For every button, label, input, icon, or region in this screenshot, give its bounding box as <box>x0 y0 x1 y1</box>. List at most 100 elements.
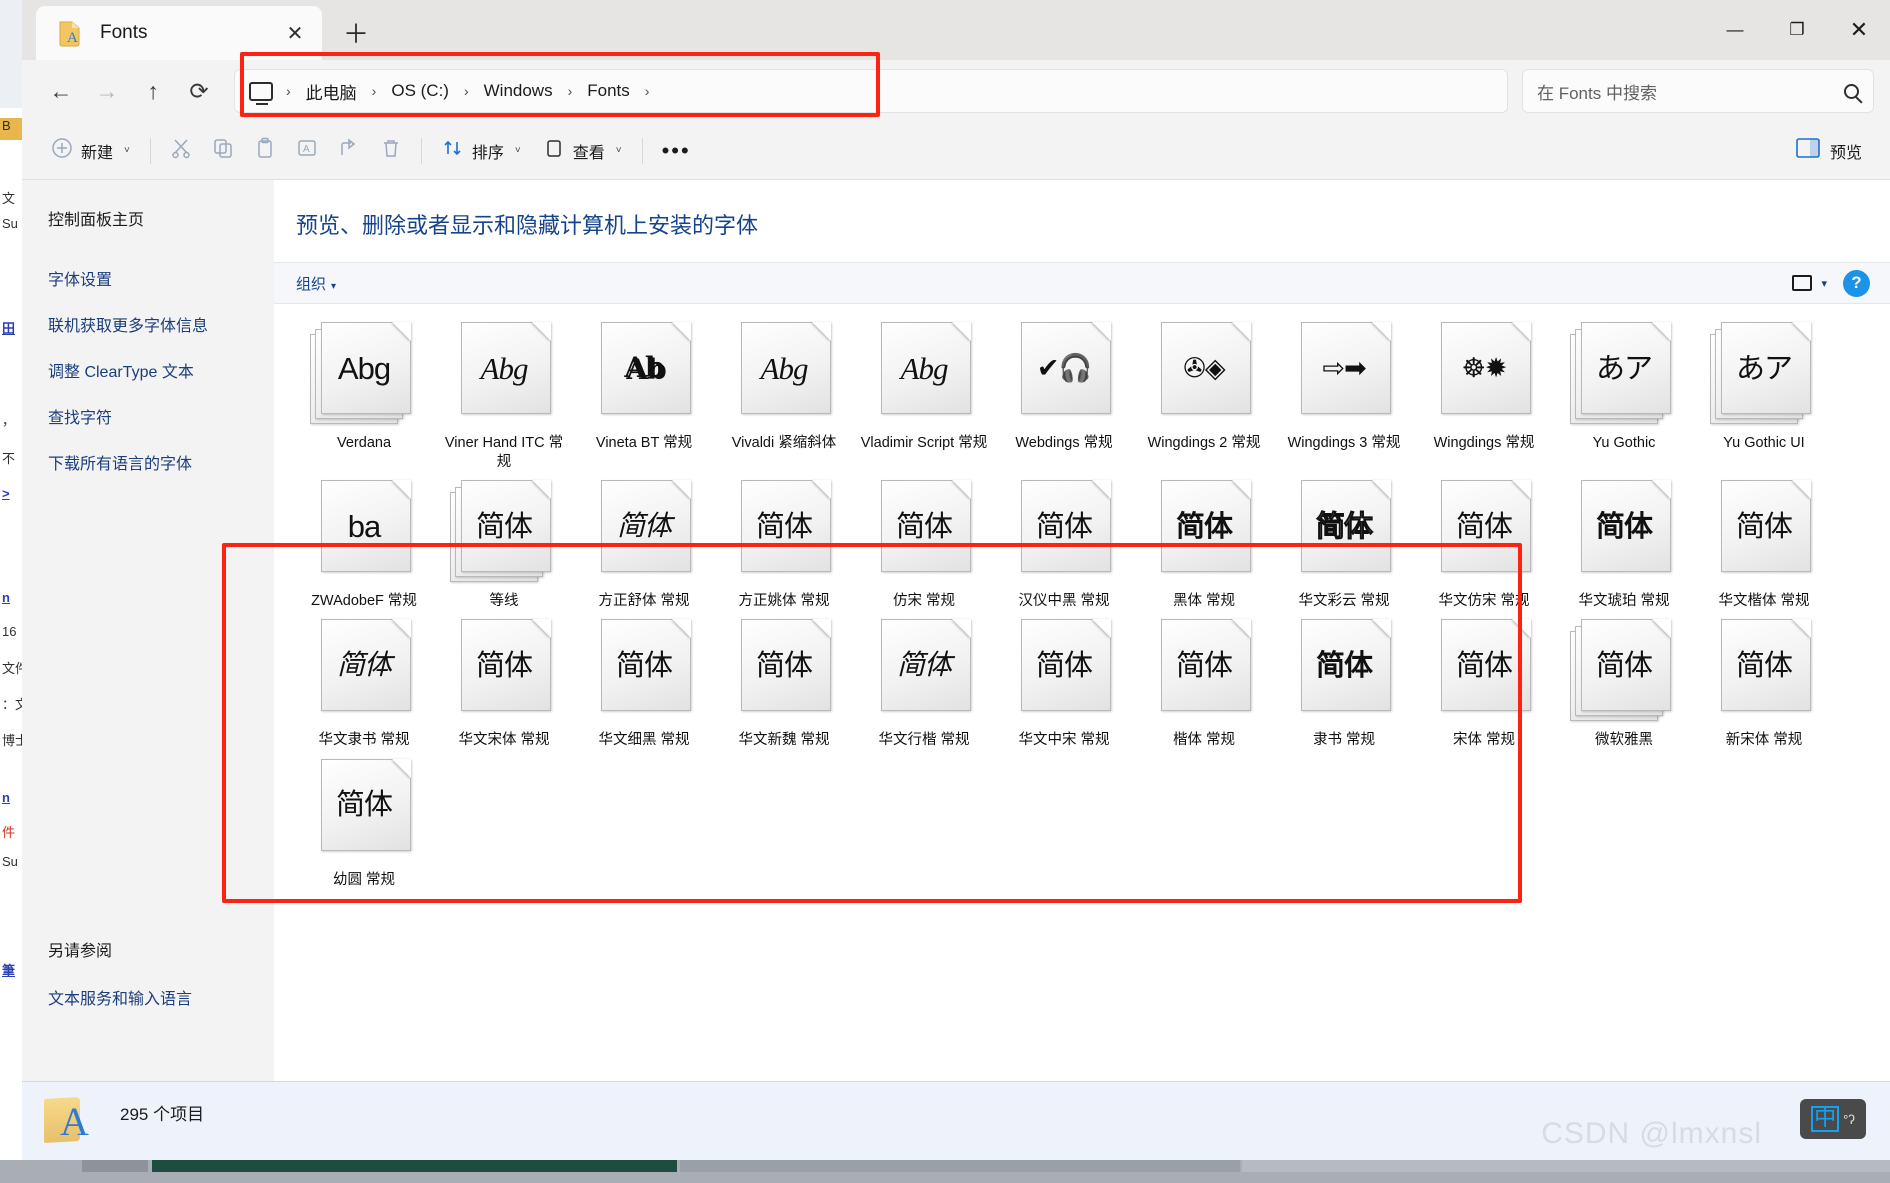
view-layout-button[interactable]: ▾ <box>1792 275 1827 291</box>
font-sample-glyph: 简体 <box>1035 647 1093 682</box>
sidebar-item-download-all-language-fonts[interactable]: 下载所有语言的字体 <box>48 450 274 474</box>
ime-punctuation-icon: °ʔ <box>1843 1111 1855 1127</box>
background-window-text: n <box>2 590 10 605</box>
background-window-text: 件 <box>2 825 16 840</box>
font-tile[interactable]: 简体 华文楷体 常规 <box>1694 480 1834 611</box>
font-name-label: 微软雅黑 <box>1595 732 1653 749</box>
font-name-label: 华文琥珀 常规 <box>1578 593 1670 610</box>
font-sample-glyph: 简体 <box>1455 508 1513 543</box>
font-tile[interactable]: 简体 华文彩云 常规 <box>1274 480 1414 611</box>
copy-button[interactable] <box>202 130 244 172</box>
font-sample-glyph: Abg <box>900 350 949 386</box>
font-tile[interactable]: 简体 楷体 常规 <box>1134 619 1274 750</box>
minimize-icon[interactable]: — <box>1704 0 1766 60</box>
ime-indicator[interactable]: 中 °ʔ <box>1800 1099 1866 1139</box>
sidebar-item-control-panel-home[interactable]: 控制面板主页 <box>48 206 274 230</box>
monitor-icon <box>543 137 565 164</box>
breadcrumb[interactable]: › 此电脑 › OS (C:) › Windows › Fonts › <box>234 69 1508 113</box>
see-also-section: 另请参阅 文本服务和输入语言 <box>48 937 192 1031</box>
font-tile[interactable]: 简体 微软雅黑 <box>1554 619 1694 750</box>
up-button[interactable]: ↑ <box>130 68 176 114</box>
font-name-label: 等线 <box>489 593 519 610</box>
font-tile[interactable]: 简体 隶书 常规 <box>1274 619 1414 750</box>
font-tile[interactable]: ☸✹ Wingdings 常规 <box>1414 322 1554 472</box>
more-options-button[interactable]: ••• <box>652 130 701 172</box>
font-tile[interactable]: あア Yu Gothic <box>1554 322 1694 472</box>
cut-button[interactable] <box>160 130 202 172</box>
sidebar-item-get-more-fonts-online[interactable]: 联机获取更多字体信息 <box>48 312 274 336</box>
new-button[interactable]: 新建 ˅ <box>40 130 141 172</box>
font-tile[interactable]: ba ZWAdobeF 常规 <box>294 480 434 611</box>
font-tile[interactable]: Ab Vineta BT 常规 <box>574 322 714 472</box>
sidebar: 控制面板主页 字体设置 联机获取更多字体信息 调整 ClearType 文本 查… <box>22 180 274 1081</box>
font-tile[interactable]: Abg Vladimir Script 常规 <box>854 322 994 472</box>
svg-text:A: A <box>303 144 310 155</box>
forward-button[interactable]: → <box>84 68 130 114</box>
font-tile[interactable]: 简体 华文细黑 常规 <box>574 619 714 750</box>
sidebar-item-text-services-input-languages[interactable]: 文本服务和输入语言 <box>48 985 192 1009</box>
font-sample-glyph: 简体 <box>1595 508 1653 543</box>
font-tile[interactable]: 简体 华文隶书 常规 <box>294 619 434 750</box>
font-tile[interactable]: 简体 宋体 常规 <box>1414 619 1554 750</box>
taskbar[interactable] <box>0 1160 1890 1183</box>
font-tile[interactable]: 简体 华文行楷 常规 <box>854 619 994 750</box>
font-tile[interactable]: 简体 黑体 常规 <box>1134 480 1274 611</box>
font-tile[interactable]: 简体 方正舒体 常规 <box>574 480 714 611</box>
share-button[interactable] <box>328 130 370 172</box>
sort-button[interactable]: 排序 ˅ <box>431 130 532 172</box>
font-tile[interactable]: 简体 仿宋 常规 <box>854 480 994 611</box>
new-tab-button[interactable]: ＋ <box>337 13 375 51</box>
delete-button[interactable] <box>370 130 412 172</box>
font-name-label: Vladimir Script 常规 <box>860 435 988 451</box>
background-window-text: Su <box>2 216 18 231</box>
font-tile[interactable]: ⇨➡ Wingdings 3 常规 <box>1274 322 1414 472</box>
item-count-label: 295 个项目 <box>120 1105 205 1124</box>
font-tile[interactable]: 简体 等线 <box>434 480 574 611</box>
sidebar-item-adjust-cleartype[interactable]: 调整 ClearType 文本 <box>48 358 274 382</box>
font-tile[interactable]: ✔🎧 Webdings 常规 <box>994 322 1134 472</box>
sidebar-item-find-character[interactable]: 查找字符 <box>48 404 274 428</box>
font-tile[interactable]: 简体 汉仪中黑 常规 <box>994 480 1134 611</box>
tab-fonts[interactable]: A Fonts ✕ <box>36 6 322 60</box>
font-sample-glyph: Ab <box>624 351 664 384</box>
refresh-button[interactable]: ⟳ <box>176 68 222 114</box>
search-input[interactable]: 在 Fonts 中搜索 <box>1522 69 1874 113</box>
breadcrumb-item-1[interactable]: OS (C:) <box>385 79 455 103</box>
breadcrumb-item-2[interactable]: Windows <box>478 79 559 103</box>
paste-button[interactable] <box>244 130 286 172</box>
font-name-label: 隶书 常规 <box>1312 732 1376 749</box>
font-tile[interactable]: Abg Vivaldi 紧缩斜体 <box>714 322 854 472</box>
sidebar-item-font-settings[interactable]: 字体设置 <box>48 266 274 290</box>
font-preview-icon: 简体 <box>590 619 698 723</box>
font-tile[interactable]: 简体 华文宋体 常规 <box>434 619 574 750</box>
close-icon[interactable]: ✕ <box>278 16 312 50</box>
view-layout-icon <box>1792 275 1813 291</box>
font-tile[interactable]: ✇◈ Wingdings 2 常规 <box>1134 322 1274 472</box>
view-button[interactable]: 查看 ˅ <box>532 130 633 172</box>
breadcrumb-item-0[interactable]: 此电脑 <box>300 77 363 106</box>
font-tile[interactable]: 简体 方正姚体 常规 <box>714 480 854 611</box>
font-name-label: 华文彩云 常规 <box>1298 593 1390 610</box>
font-tile[interactable]: Abg Verdana <box>294 322 434 472</box>
maximize-icon[interactable]: ❐ <box>1766 0 1828 60</box>
font-tile[interactable]: 简体 华文新魏 常规 <box>714 619 854 750</box>
font-tile[interactable]: 简体 新宋体 常规 <box>1694 619 1834 750</box>
ellipsis-icon: ••• <box>661 137 691 163</box>
breadcrumb-separator: › <box>286 83 291 99</box>
font-preview-icon: 简体 <box>870 619 978 723</box>
font-tile[interactable]: 简体 华文中宋 常规 <box>994 619 1134 750</box>
breadcrumb-item-3[interactable]: Fonts <box>581 79 636 103</box>
preview-pane-button[interactable]: 预览 <box>1786 130 1872 172</box>
font-tile[interactable]: Abg Viner Hand ITC 常规 <box>434 322 574 472</box>
back-button[interactable]: ← <box>38 68 84 114</box>
font-tile[interactable]: 简体 华文仿宋 常规 <box>1414 480 1554 611</box>
search-icon[interactable] <box>1844 83 1859 99</box>
organize-button[interactable]: 组织 ▾ <box>296 273 336 294</box>
font-preview-icon: 简体 <box>1290 480 1398 584</box>
help-icon[interactable]: ? <box>1843 269 1870 297</box>
font-tile[interactable]: あア Yu Gothic UI <box>1694 322 1834 472</box>
rename-button[interactable]: A <box>286 130 328 172</box>
font-tile[interactable]: 简体 华文琥珀 常规 <box>1554 480 1694 611</box>
font-tile[interactable]: 简体 幼圆 常规 <box>294 758 434 890</box>
close-window-icon[interactable]: ✕ <box>1828 0 1890 60</box>
